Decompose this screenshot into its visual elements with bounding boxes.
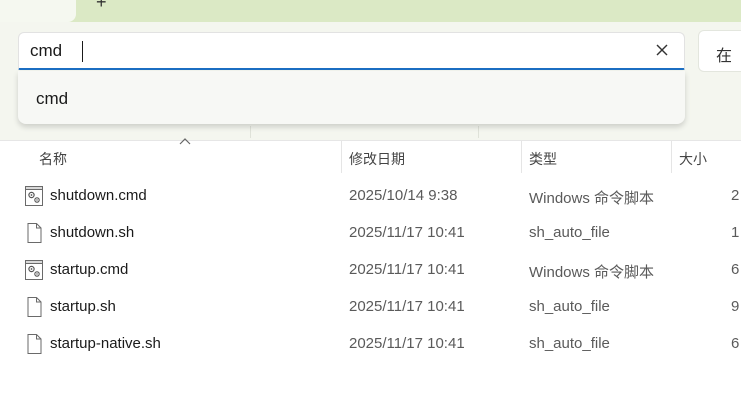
file-row[interactable]: shutdown.sh 2025/11/17 10:41 sh_auto_file 1 [0,215,741,252]
search-box[interactable] [18,32,685,70]
file-size: 2 [731,187,740,204]
file-row[interactable]: startup-native.sh 2025/11/17 10:41 sh_auto… [0,326,741,363]
file-type: Windows 命令脚本 [529,264,655,281]
file-name: shutdown.cmd [50,187,147,204]
column-divider[interactable] [671,141,672,173]
clear-search-icon[interactable] [654,42,670,58]
search-suggestions: cmd [18,71,685,124]
file-size: 9 [731,298,740,315]
search-input[interactable] [30,41,630,61]
file-type: sh_auto_file [529,335,610,352]
file-type: sh_auto_file [529,298,610,315]
blank-file-icon [24,222,44,244]
column-header-name[interactable]: 名称 [39,149,67,169]
file-size: 1 [731,224,740,241]
file-type: sh_auto_file [529,224,610,241]
file-name: shutdown.sh [50,224,135,241]
file-size: 6 [731,335,740,352]
file-row[interactable]: startup.sh 2025/11/17 10:41 sh_auto_file 9 [0,289,741,326]
sort-ascending-icon [179,138,191,145]
file-modified-date: 2025/10/14 9:38 [349,187,458,204]
blank-file-icon [24,333,44,355]
file-name: startup.sh [50,298,116,315]
active-tab[interactable]: ✕ [0,0,76,22]
file-row[interactable]: shutdown.cmd 2025/10/14 9:38 Windows 命令脚本 2 [0,178,741,215]
column-divider[interactable] [521,141,522,173]
new-tab-icon[interactable]: + [96,0,107,11]
file-name: startup.cmd [50,261,129,278]
column-header-type[interactable]: 类型 [529,149,557,169]
tab-strip: ✕ + [0,0,741,22]
file-name: startup-native.sh [50,335,161,352]
file-size: 6 [731,261,740,278]
file-row[interactable]: startup.cmd 2025/11/17 10:41 Windows 命令脚本 6 [0,252,741,289]
search-suggestion-label: cmd [36,89,69,108]
column-header-row: 名称 修改日期 类型 大小 [0,140,741,174]
command-bar-divider [478,126,479,138]
file-type: Windows 命令脚本 [529,190,655,207]
file-modified-date: 2025/11/17 10:41 [349,298,465,315]
cmd-script-icon [24,185,44,207]
command-bar-divider [250,126,251,138]
cmd-script-icon [24,259,44,281]
file-modified-date: 2025/11/17 10:41 [349,224,465,241]
file-modified-date: 2025/11/17 10:41 [349,335,465,352]
file-modified-date: 2025/11/17 10:41 [349,261,465,278]
search-suggestion-item[interactable]: cmd [18,71,685,124]
file-explorer-window: ✕ + 在 cmd 名称 修改日期 类型 大小 shutdown.cm [0,0,741,413]
right-toolbar-button[interactable]: 在 [698,30,741,72]
column-header-date[interactable]: 修改日期 [349,149,405,169]
blank-file-icon [24,296,44,318]
column-divider[interactable] [341,141,342,173]
right-toolbar-button-label: 在 [716,48,733,65]
column-header-size[interactable]: 大小 [679,149,707,169]
text-caret [82,41,83,62]
